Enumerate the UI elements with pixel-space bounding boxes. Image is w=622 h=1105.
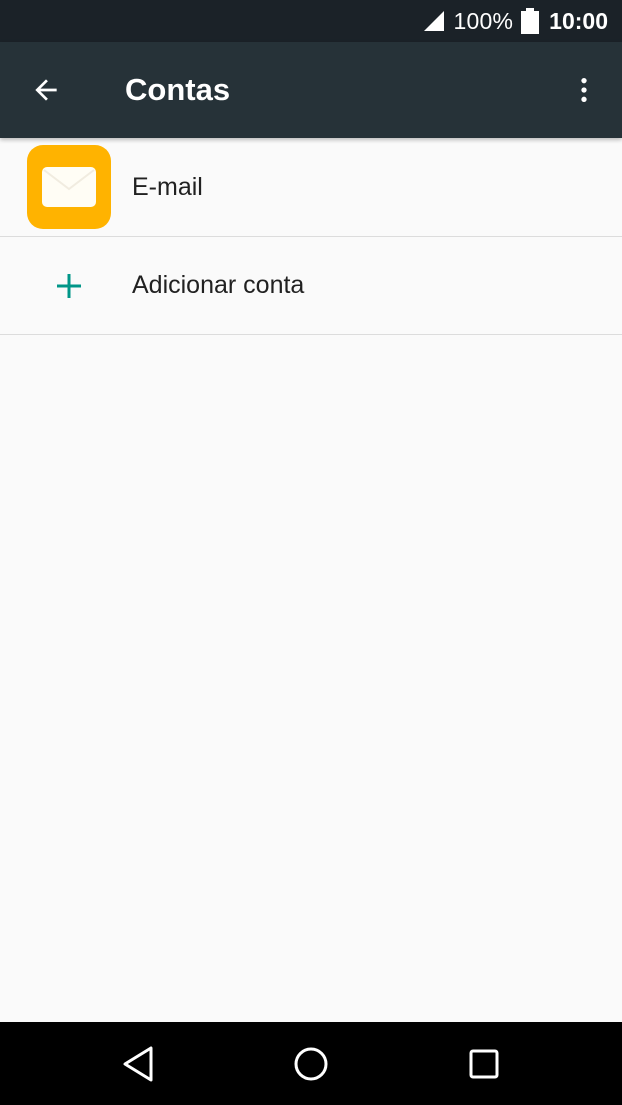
nav-home-button[interactable] — [289, 1042, 333, 1086]
nav-back-button[interactable] — [116, 1042, 160, 1086]
clock: 10:00 — [549, 7, 608, 34]
account-item-label: E-mail — [132, 172, 203, 201]
account-item-email[interactable]: E-mail — [0, 138, 622, 237]
add-account-item[interactable]: Adicionar conta — [0, 237, 622, 335]
more-options-button[interactable] — [560, 66, 608, 114]
nav-home-icon — [294, 1047, 328, 1081]
back-button[interactable] — [22, 66, 70, 114]
nav-back-icon — [123, 1046, 153, 1082]
cell-signal-icon — [423, 11, 444, 31]
email-app-icon — [27, 145, 111, 229]
battery-full-icon — [521, 8, 540, 34]
add-account-label: Adicionar conta — [132, 271, 305, 299]
navigation-bar — [0, 1022, 622, 1105]
envelope-icon — [42, 167, 96, 207]
plus-icon — [57, 273, 81, 298]
accounts-list: E-mail Adicionar conta — [0, 138, 622, 335]
battery-percent: 100% — [453, 7, 514, 34]
plus-icon-box — [27, 244, 111, 328]
page-title: Contas — [125, 72, 231, 107]
status-bar: 100% 10:00 — [0, 0, 622, 42]
screen: 100% 10:00 Contas E-mail Adicionar conta — [0, 0, 622, 1105]
nav-recents-button[interactable] — [462, 1042, 506, 1086]
nav-recents-icon — [469, 1049, 499, 1079]
email-app-icon-box — [27, 145, 111, 229]
app-bar: Contas — [0, 42, 622, 138]
arrow-back-icon — [35, 79, 57, 101]
more-vert-icon — [581, 78, 587, 102]
